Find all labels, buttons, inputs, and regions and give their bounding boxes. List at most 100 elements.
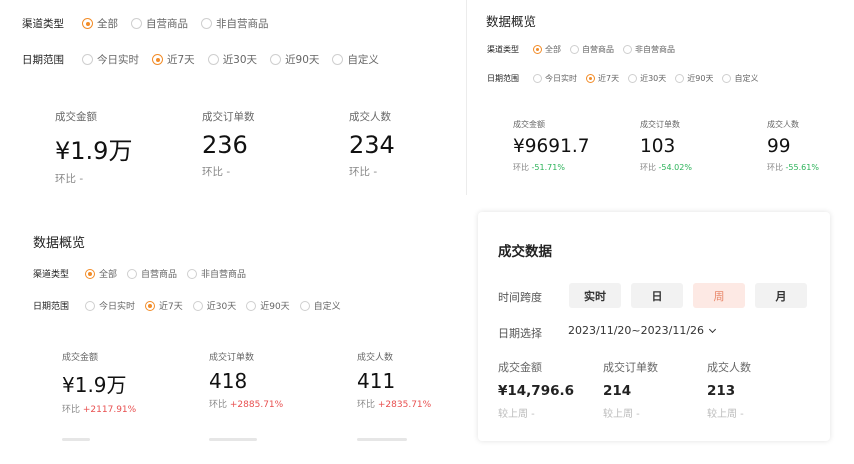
radio-icon: [85, 300, 96, 311]
date-option-7d[interactable]: 近7天: [152, 52, 195, 67]
metric-compare: 环比 -: [349, 166, 378, 178]
metric-value: ¥14,796.6: [498, 383, 575, 399]
date-range-label: 日期范围: [22, 54, 64, 66]
date-option-90d[interactable]: 近90天: [246, 299, 290, 312]
transaction-data-card: 成交数据 时间跨度 实时 日 周 月 日期选择 2023/11/20~2023/…: [478, 212, 830, 441]
channel-type-filter: 渠道类型 全部 自营商品 非自营商品: [487, 44, 684, 55]
metric-value: 411: [357, 369, 396, 393]
channel-type-filter: 渠道类型 全部 自营商品 非自营商品: [22, 16, 282, 31]
metric-orders: 成交订单数 103 环比 -54.02%: [640, 119, 692, 173]
date-option-custom[interactable]: 自定义: [299, 299, 341, 312]
date-option-7d[interactable]: 近7天: [145, 299, 183, 312]
date-range-filter: 日期范围 今日实时 近7天 近30天 近90天 自定义: [487, 73, 767, 84]
metric-label: 成交金额: [513, 120, 545, 129]
metric-compare: 环比 -: [202, 166, 231, 178]
metric-value: 213: [707, 383, 736, 399]
date-option-custom[interactable]: 自定义: [722, 73, 758, 84]
date-option-90d[interactable]: 近90天: [270, 52, 319, 67]
metric-label: 成交订单数: [603, 361, 658, 374]
radio-icon: [127, 268, 138, 279]
metric-compare: 环比 +2117.91%: [62, 405, 137, 415]
date-option-90d[interactable]: 近90天: [675, 73, 713, 84]
channel-option-self[interactable]: 自营商品: [131, 16, 188, 31]
metric-orders: 成交订单数 214 较上周 -: [603, 359, 658, 420]
metric-compare: 环比 +2835.71%: [357, 400, 432, 410]
panel-divider: [466, 0, 467, 195]
span-option-week[interactable]: 周: [693, 283, 745, 308]
radio-selected-icon: [152, 54, 163, 65]
date-range-filter: 日期范围 今日实时 近7天 近30天 近90天 自定义: [22, 52, 392, 67]
radio-icon: [246, 300, 257, 311]
channel-type-label: 渠道类型: [22, 18, 64, 30]
metric-buyers: 成交人数 411 环比 +2835.71%: [357, 350, 431, 410]
date-option-30d[interactable]: 近30天: [628, 73, 666, 84]
date-select-label: 日期选择: [498, 327, 542, 340]
date-option-today[interactable]: 今日实时: [533, 73, 577, 84]
span-option-realtime[interactable]: 实时: [569, 283, 621, 308]
panel-title: 数据概览: [33, 236, 86, 251]
metric-compare: 环比 +2885.71%: [209, 400, 284, 410]
metric-value: 99: [767, 136, 791, 157]
date-option-custom[interactable]: 自定义: [332, 52, 379, 67]
metric-amount: 成交金额 ¥14,796.6 较上周 -: [498, 359, 574, 420]
radio-selected-icon: [82, 18, 93, 29]
radio-icon: [675, 74, 685, 83]
metric-value: ¥1.9万: [62, 373, 127, 397]
channel-option-all[interactable]: 全部: [533, 44, 561, 55]
metric-orders: 成交订单数 418 环比 +2885.71%: [209, 350, 283, 410]
metric-orders: 成交订单数 236 环比 -: [202, 109, 255, 179]
radio-selected-icon: [533, 45, 542, 54]
date-option-today[interactable]: 今日实时: [82, 52, 139, 67]
channel-type-filter: 渠道类型 全部 自营商品 非自营商品: [33, 267, 256, 280]
metric-value: 234: [349, 131, 395, 159]
radio-selected-icon: [586, 74, 595, 83]
metric-compare: 环比 -54.02%: [640, 163, 692, 172]
channel-option-all[interactable]: 全部: [82, 16, 118, 31]
date-option-7d[interactable]: 近7天: [586, 73, 619, 84]
channel-option-self[interactable]: 自营商品: [570, 44, 614, 55]
metric-compare: 较上周 -: [603, 409, 640, 420]
radio-icon: [533, 74, 542, 83]
metric-label: 成交金额: [498, 361, 542, 374]
date-range-filter: 日期范围 今日实时 近7天 近30天 近90天 自定义: [33, 299, 351, 312]
channel-option-nonself[interactable]: 非自营商品: [201, 16, 269, 31]
metric-value: ¥9691.7: [513, 136, 590, 157]
metric-value: 214: [603, 383, 632, 399]
radio-icon: [82, 54, 93, 65]
channel-option-nonself[interactable]: 非自营商品: [187, 267, 246, 280]
date-range-picker[interactable]: 2023/11/20~2023/11/26: [568, 324, 717, 337]
overview-panel-3: 数据概览 渠道类型 全部 自营商品 非自营商品 日期范围 今日实时 近7天 近3…: [0, 212, 466, 464]
date-option-today[interactable]: 今日实时: [85, 299, 135, 312]
metric-label: 成交人数: [357, 353, 394, 363]
channel-option-all[interactable]: 全部: [85, 267, 117, 280]
channel-option-nonself[interactable]: 非自营商品: [623, 44, 675, 55]
metric-label: 成交订单数: [640, 120, 680, 129]
radio-selected-icon: [145, 300, 156, 311]
metric-value: ¥1.9万: [55, 137, 133, 165]
radio-icon: [207, 54, 219, 65]
metric-buyers: 成交人数 99 环比 -55.61%: [767, 119, 819, 173]
metric-amount: 成交金额 ¥1.9万 环比 -: [55, 109, 132, 186]
date-range-label: 日期范围: [487, 74, 519, 83]
time-span-label: 时间跨度: [498, 291, 542, 304]
metric-label: 成交人数: [767, 120, 799, 129]
radio-icon: [570, 45, 579, 54]
channel-type-label: 渠道类型: [33, 270, 70, 280]
channel-type-label: 渠道类型: [487, 45, 519, 54]
time-span-segmented: 实时 日 周 月: [569, 283, 817, 308]
span-option-day[interactable]: 日: [631, 283, 683, 308]
radio-icon: [628, 74, 638, 83]
channel-option-self[interactable]: 自营商品: [127, 267, 177, 280]
date-option-30d[interactable]: 近30天: [207, 52, 257, 67]
radio-icon: [722, 74, 732, 83]
cropped-row-placeholder: [209, 438, 257, 441]
metric-compare: 环比 -: [55, 173, 84, 185]
cropped-row-placeholder: [62, 438, 90, 441]
radio-selected-icon: [85, 268, 96, 279]
radio-icon: [201, 18, 212, 29]
span-option-month[interactable]: 月: [755, 283, 807, 308]
metric-compare: 环比 -51.71%: [513, 163, 565, 172]
panel-title: 数据概览: [486, 14, 537, 29]
metric-amount: 成交金额 ¥1.9万 环比 +2117.91%: [62, 350, 136, 415]
date-option-30d[interactable]: 近30天: [192, 299, 236, 312]
